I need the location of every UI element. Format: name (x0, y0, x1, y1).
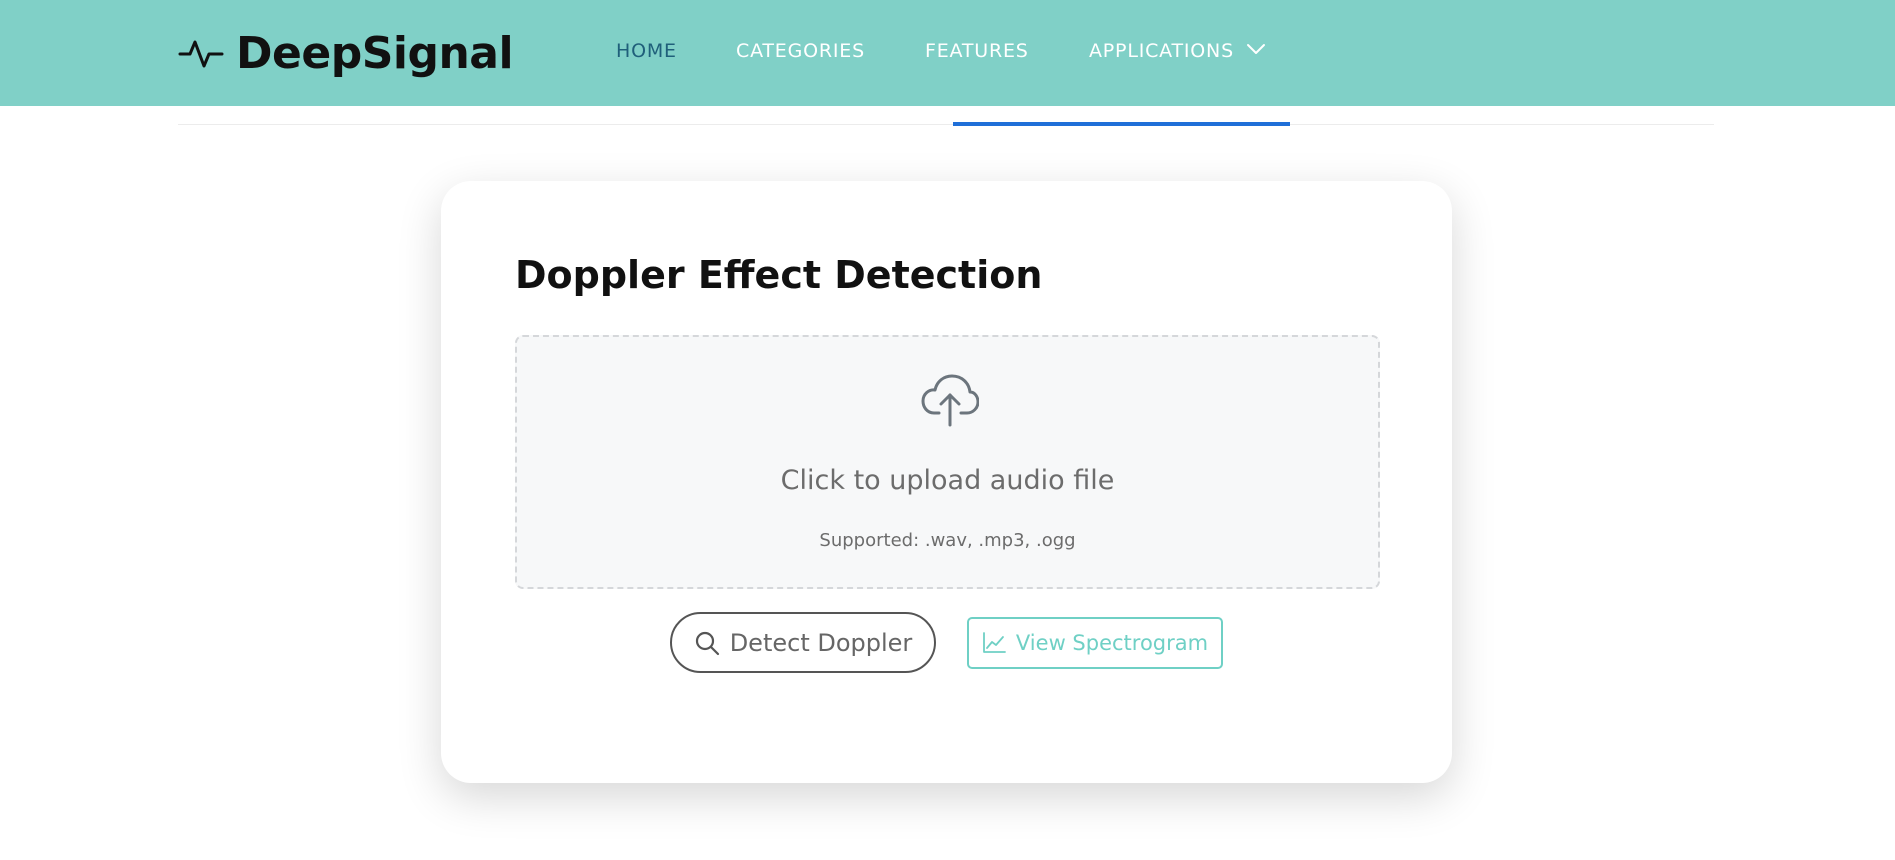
brand-name: DeepSignal (236, 27, 514, 79)
doppler-card: Doppler Effect Detection Click to upload… (441, 181, 1452, 783)
card-title: Doppler Effect Detection (515, 253, 1043, 297)
line-chart-icon (983, 632, 1006, 653)
supported-formats: Supported: .wav, .mp3, .ogg (819, 530, 1076, 551)
view-spectrogram-label: View Spectrogram (1015, 631, 1209, 655)
nav-item-applications-label: APPLICATIONS (1089, 40, 1234, 62)
top-navbar: DeepSignal HOME CATEGORIES FEATURES APPL… (0, 0, 1895, 106)
nav-item-home[interactable]: HOME (616, 40, 677, 62)
view-spectrogram-button[interactable]: View Spectrogram (967, 617, 1223, 669)
cloud-upload-icon (921, 374, 979, 427)
nav-item-categories[interactable]: CATEGORIES (736, 40, 865, 62)
search-icon (695, 631, 719, 655)
nav-item-applications[interactable]: APPLICATIONS (1089, 40, 1266, 62)
nav-item-features[interactable]: FEATURES (925, 40, 1029, 62)
pulse-icon (178, 40, 224, 68)
upload-dropzone[interactable]: Click to upload audio file Supported: .w… (515, 335, 1380, 589)
upload-prompt: Click to upload audio file (780, 465, 1115, 496)
nav-divider (178, 124, 1714, 125)
detect-doppler-label: Detect Doppler (729, 628, 913, 657)
chevron-down-icon (1246, 44, 1265, 54)
brand-logo[interactable]: DeepSignal (178, 26, 514, 80)
detect-doppler-button[interactable]: Detect Doppler (670, 612, 936, 673)
active-indicator-bar (953, 122, 1290, 126)
